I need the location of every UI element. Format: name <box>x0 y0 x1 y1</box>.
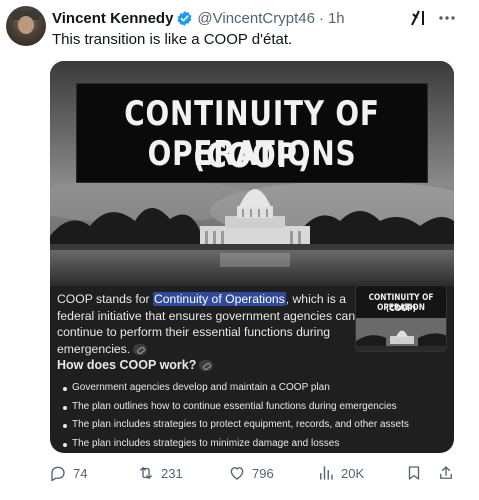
tweet[interactable]: Vincent Kennedy @VincentCrypt46 · 1h Thi… <box>0 0 479 500</box>
views-button[interactable]: 20K <box>317 463 364 483</box>
link-icon[interactable] <box>199 360 214 372</box>
avatar[interactable] <box>6 6 46 46</box>
tweet-text: This transition is like a COOP d'état. <box>52 31 293 48</box>
heart-icon <box>230 467 244 480</box>
list-item: Government agencies develop and maintain… <box>57 379 452 398</box>
grok-icon[interactable] <box>409 8 429 28</box>
source-thumbnail[interactable]: CONTINUITY OF OPERATION (COOP) <box>355 285 447 352</box>
repost-button[interactable]: 231 <box>137 463 183 483</box>
list-item: The plan includes strategies to protect … <box>57 416 452 435</box>
bookmark-button[interactable] <box>405 463 423 483</box>
bookmark-icon <box>408 466 420 480</box>
repost-icon <box>140 467 152 479</box>
list-item: The plan outlines how to continue essent… <box>57 398 452 417</box>
views-count: 20K <box>341 465 365 481</box>
timestamp[interactable]: 1h <box>328 10 345 27</box>
capitol-image[interactable]: CONTINUITY OF OPERATIONS (COOP) <box>50 61 454 286</box>
action-bar: 74 231 796 20K <box>0 461 479 485</box>
repost-count: 231 <box>161 465 183 481</box>
image-title-line2: (COOP) <box>192 136 312 176</box>
views-icon <box>320 466 333 480</box>
reply-count: 74 <box>73 465 88 481</box>
handle[interactable]: @VincentCrypt46 <box>197 10 315 27</box>
share-button[interactable] <box>437 463 455 483</box>
coop-summary: COOP stands for Continuity of Operations… <box>57 291 357 357</box>
separator-dot: · <box>318 9 324 27</box>
list-item: The plan includes strategies to minimize… <box>57 435 452 453</box>
image-title-banner: CONTINUITY OF OPERATIONS (COOP) <box>76 83 428 183</box>
thumbnail-title-line2: (COOP) <box>385 304 417 314</box>
share-icon <box>440 466 452 479</box>
summary-highlight[interactable]: Continuity of Operations <box>152 292 286 306</box>
like-count: 796 <box>252 465 274 481</box>
more-icon[interactable] <box>437 8 457 28</box>
like-button[interactable]: 796 <box>228 463 274 483</box>
avatar-face <box>18 16 34 34</box>
reply-icon <box>51 466 65 482</box>
how-heading-text: How does COOP work? <box>57 358 197 372</box>
bullet-list: Government agencies develop and maintain… <box>57 379 452 453</box>
link-icon[interactable] <box>133 343 148 355</box>
grok-answer-card[interactable]: CONTINUITY OF OPERATIONS (COOP) COOP sta… <box>50 61 454 453</box>
how-heading: How does COOP work? <box>57 358 214 372</box>
display-name[interactable]: Vincent Kennedy <box>52 10 173 27</box>
verified-badge-icon <box>178 10 192 26</box>
tweet-header: Vincent Kennedy @VincentCrypt46 · 1h <box>52 9 345 27</box>
reply-button[interactable]: 74 <box>49 463 87 483</box>
summary-text-start: COOP stands for <box>57 292 153 306</box>
